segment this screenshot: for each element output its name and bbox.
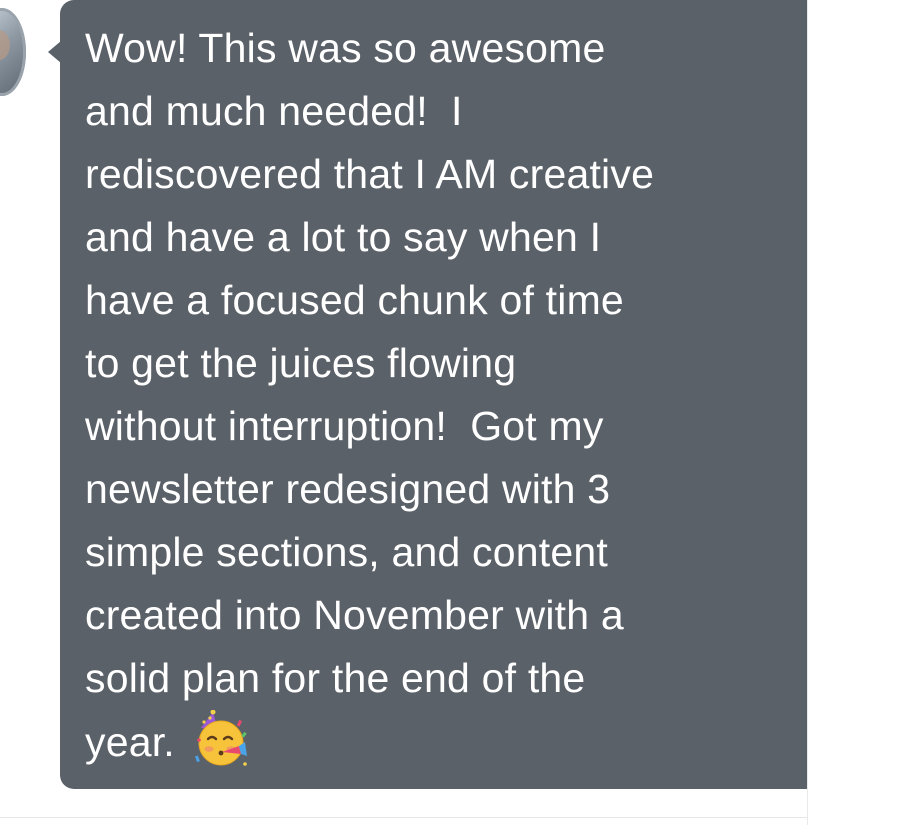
message-line: and have a lot to say when I <box>85 214 602 260</box>
message-line: and much needed! I <box>85 88 463 134</box>
chat-screen: Wow! This was so awesome and much needed… <box>0 0 904 825</box>
message-line: have a focused chunk of time <box>85 277 624 323</box>
chat-panel: Wow! This was so awesome and much needed… <box>0 0 808 825</box>
message-line: simple sections, and content <box>85 529 608 575</box>
message-bubble: Wow! This was so awesome and much needed… <box>60 0 807 789</box>
sender-avatar[interactable] <box>0 8 26 96</box>
message-text: Wow! This was so awesome and much needed… <box>85 17 797 774</box>
partying-face-icon <box>191 710 251 770</box>
message-line: solid plan for the end of the <box>85 655 586 701</box>
message-line: year. <box>85 719 175 765</box>
message-line: rediscovered that I AM creative <box>85 151 655 197</box>
message-line: created into November with a <box>85 592 624 638</box>
message-line: without interruption! Got my <box>85 403 604 449</box>
bottom-divider <box>0 817 807 818</box>
message-line: Wow! This was so awesome <box>85 25 606 71</box>
message-line: newsletter redesigned with 3 <box>85 466 611 512</box>
message-line: to get the juices flowing <box>85 340 517 386</box>
